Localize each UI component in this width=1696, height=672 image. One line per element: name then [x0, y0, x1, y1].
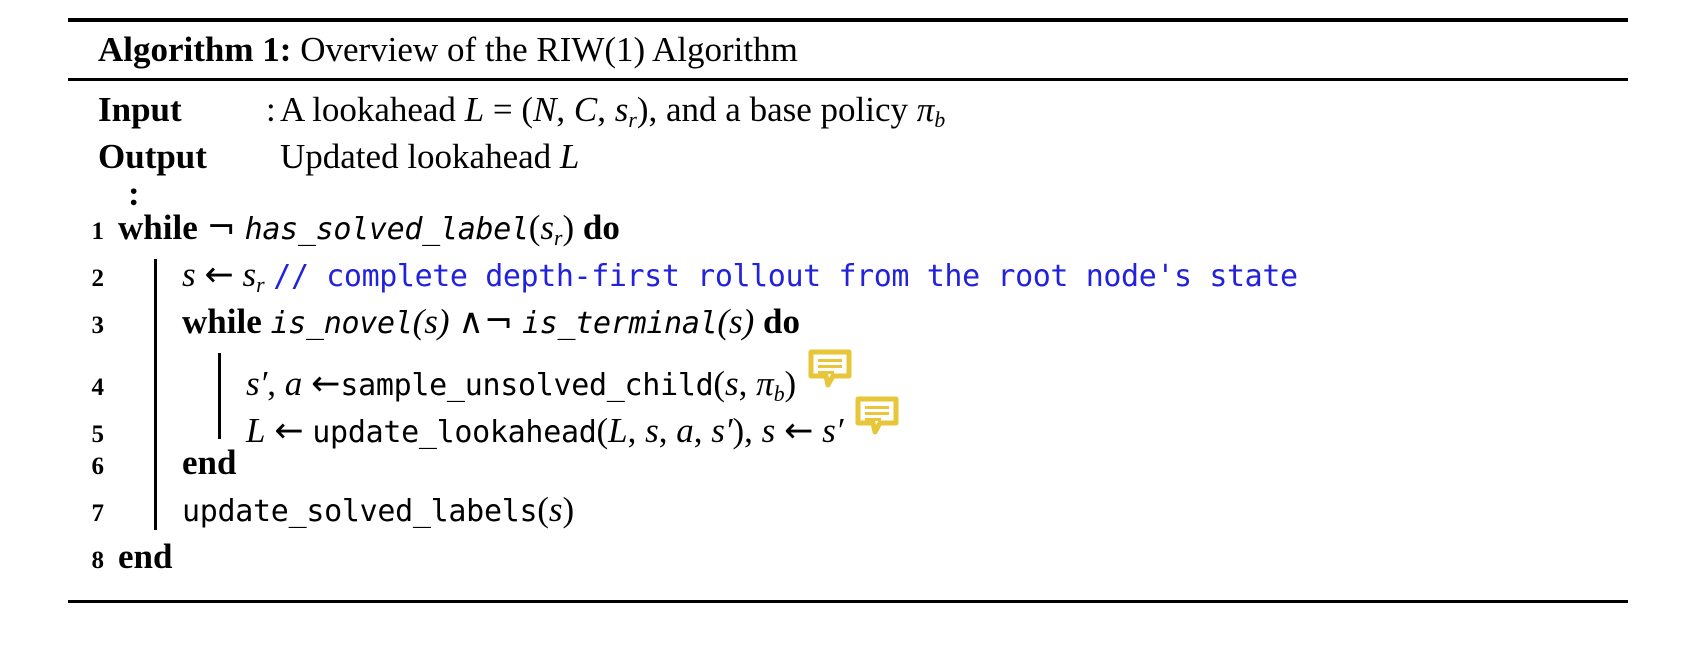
function-is-novel-args: (s) — [412, 301, 450, 341]
keyword-do: do — [763, 301, 801, 341]
algorithm-title: Overview of the RIW(1) Algorithm — [300, 30, 798, 69]
function-is-terminal-args: (s) — [717, 301, 755, 341]
line-number: 2 — [91, 264, 105, 292]
input-row: Input : A lookahead L = (N, C, sr), and … — [98, 87, 1628, 134]
paren-close: ) — [562, 207, 575, 247]
input-symbol-N: N — [533, 89, 557, 129]
line-number: 3 — [91, 311, 105, 339]
algorithm-line: 1 while ¬ has_solved_label(sr) do — [68, 208, 1628, 255]
io-block: Input : A lookahead L = (N, C, sr), and … — [68, 81, 1628, 213]
assign-arrow: ← — [204, 254, 234, 295]
algorithm-line: 3 while is_novel(s) ∧¬ is_terminal(s) do — [68, 301, 1628, 349]
output-trailing-colon: : — [128, 173, 140, 213]
keyword-end: end — [182, 442, 237, 482]
output-symbol-L: L — [559, 137, 580, 177]
line-code: s ← sr // complete depth-first rollout f… — [104, 255, 1298, 298]
operator-not: ¬ — [206, 207, 236, 248]
input-symbol-pi-subscript: b — [934, 107, 946, 132]
variable-s: s — [182, 254, 196, 294]
input-text-post: ), and a base policy — [636, 89, 917, 129]
variable-s-root: s — [242, 254, 257, 294]
paren-close: ) — [562, 489, 575, 529]
output-value: Updated lookahead L — [280, 134, 579, 180]
input-symbol-pi: π — [916, 89, 935, 129]
comment-bubble-icon[interactable] — [808, 349, 852, 389]
keyword-while: while — [182, 301, 262, 341]
input-colon: : — [266, 89, 276, 129]
algorithm-body: 1 while ¬ has_solved_label(sr) do 2 s ← … — [68, 206, 1628, 584]
output-label: Output — [98, 137, 207, 177]
function-update-solved-labels: update_solved_labels — [182, 493, 538, 529]
input-symbol-C: C — [573, 89, 598, 129]
operator-and: ∧ — [458, 301, 484, 342]
function-is-terminal: is_terminal — [521, 305, 718, 341]
function-is-novel: is_novel — [270, 305, 413, 341]
input-symbol-s-subscript: r — [628, 107, 637, 132]
line-number: 8 — [91, 546, 105, 574]
inline-comment: // complete depth-first rollout from the… — [273, 258, 1298, 294]
line-number: 1 — [91, 217, 105, 245]
keyword-end: end — [118, 536, 173, 576]
algorithm-label: Algorithm 1: — [98, 30, 292, 69]
operator-not: ¬ — [483, 301, 514, 342]
algorithm-caption: Algorithm 1: Overview of the RIW(1) Algo… — [68, 22, 1628, 78]
input-value: A lookahead L = (N, C, sr), and a base p… — [280, 87, 945, 134]
algorithm-line: 4 s′, a ←sample_unsolved_child(s, πb) — [68, 348, 1628, 406]
paren-open: ( — [537, 489, 549, 529]
keyword-while: while — [118, 207, 198, 247]
argument-s: s — [540, 207, 555, 247]
algorithm-block: Algorithm 1: Overview of the RIW(1) Algo… — [68, 0, 1628, 603]
paren-open: ( — [528, 207, 541, 247]
algorithm-line: 5 L ← update_lookahead(L, s, a, s′), s ←… — [68, 395, 1628, 451]
input-text-pre: A lookahead — [280, 89, 465, 129]
line-code: while ¬ has_solved_label(sr) do — [104, 208, 620, 251]
algorithm-line: 6 end — [68, 442, 1628, 490]
comment-bubble-icon[interactable] — [855, 396, 899, 436]
line-code: end — [104, 537, 172, 577]
algorithm-line: 8 end — [68, 537, 1628, 584]
argument-s: s — [548, 489, 563, 529]
line-code: while is_novel(s) ∧¬ is_terminal(s) do — [104, 302, 800, 342]
keyword-do: do — [582, 207, 620, 247]
function-has-solved-label: has_solved_label — [244, 211, 529, 247]
variable-s-root-subscript: r — [256, 272, 265, 297]
line-number: 7 — [91, 499, 105, 527]
output-text-pre: Updated lookahead — [280, 137, 560, 177]
bottom-rule — [68, 599, 1628, 603]
line-code: end — [104, 443, 236, 483]
input-symbol-s: s — [614, 89, 629, 129]
algorithm-line: 7 update_solved_labels(s) — [68, 489, 1628, 537]
input-eq: = ( — [484, 89, 534, 129]
input-symbol-L: L — [464, 89, 485, 129]
line-number: 6 — [91, 452, 105, 480]
input-comma-1: , — [556, 89, 574, 129]
input-comma-2: , — [597, 89, 615, 129]
line-code: update_solved_labels(s) — [104, 490, 574, 530]
algorithm-line: 2 s ← sr // complete depth-first rollout… — [68, 255, 1628, 303]
input-label: Input — [98, 89, 182, 129]
output-row: Output Updated lookahead L — [98, 134, 1628, 180]
